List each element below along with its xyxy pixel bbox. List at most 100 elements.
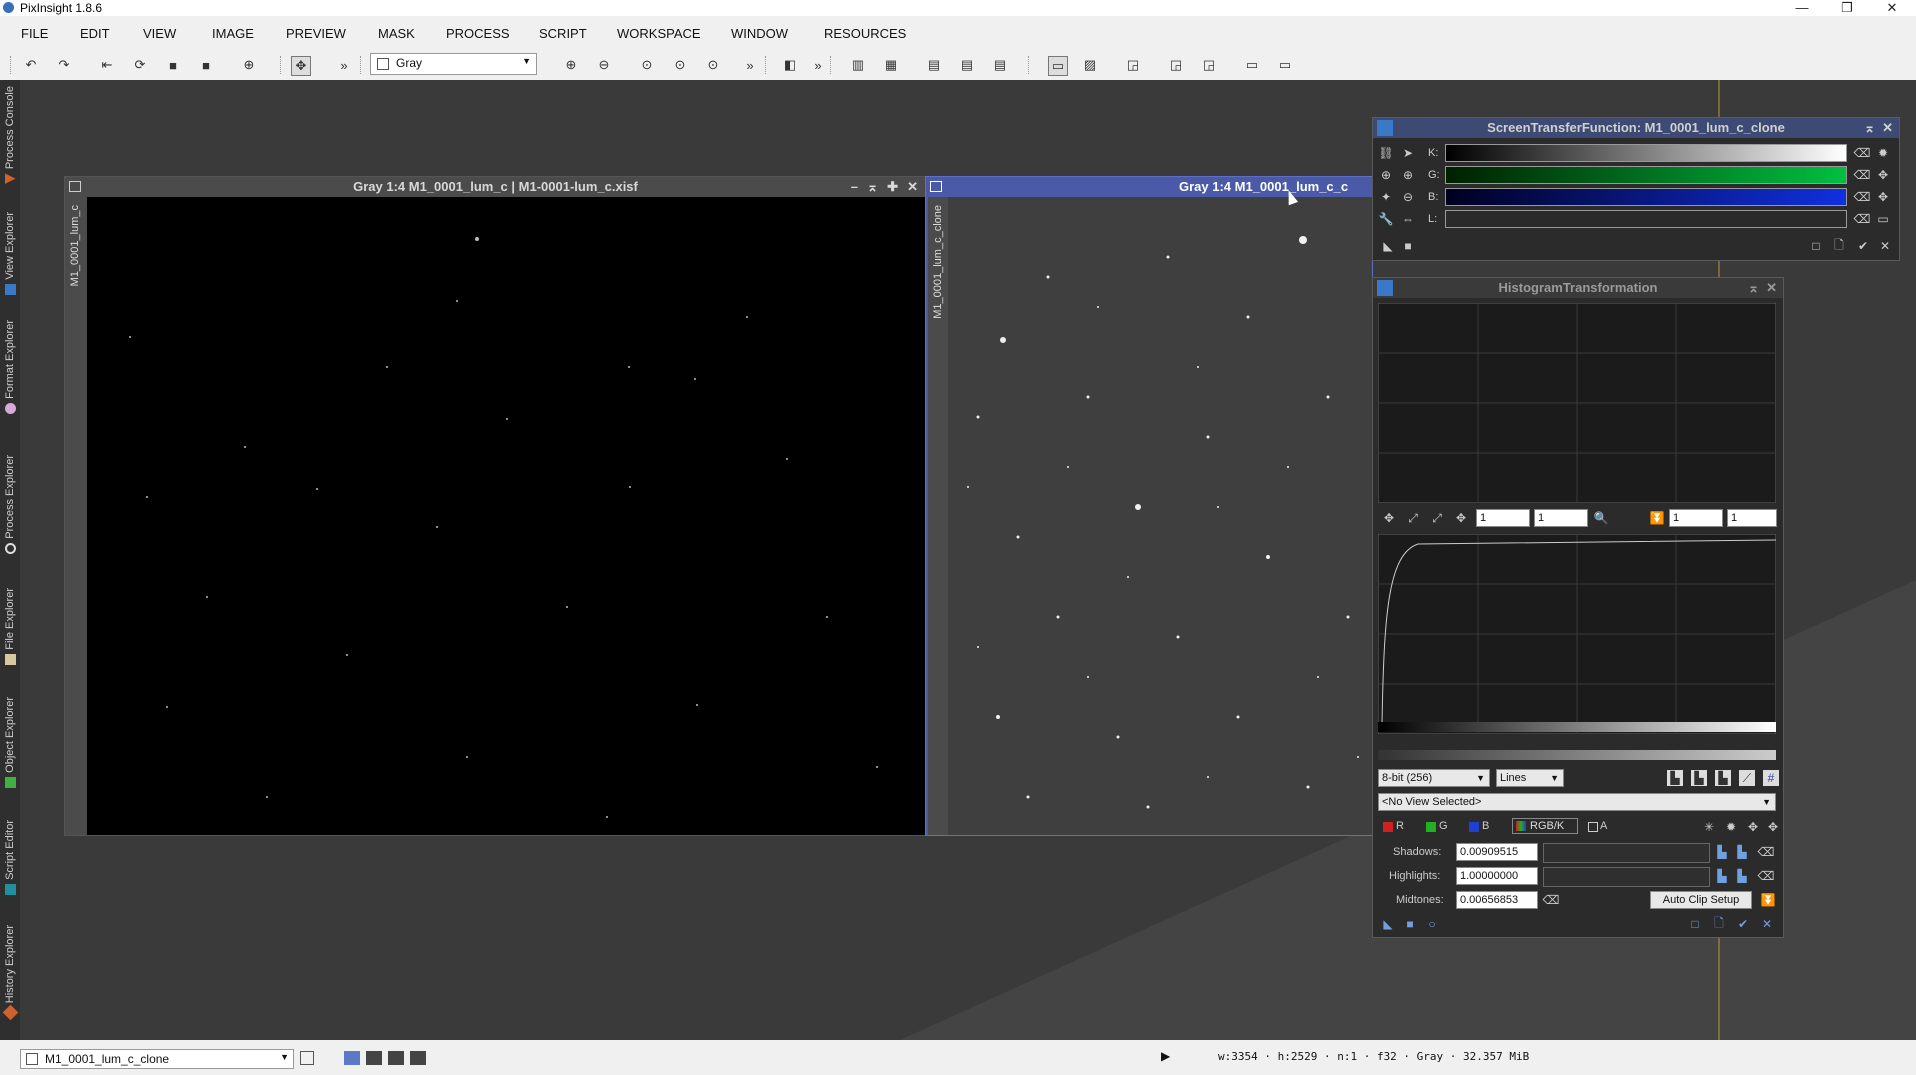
stf-g-slider[interactable] [1445,166,1847,184]
sidebar-toggle-icon[interactable] [300,1051,314,1065]
output-histogram-graph[interactable] [1378,534,1776,734]
fit-icon[interactable]: ⤢ [1405,510,1421,526]
stf-display-icon[interactable]: ▭ [1048,56,1068,76]
zoom-icon[interactable]: 🔍 [1593,510,1609,526]
channel-r-button[interactable]: R [1396,820,1404,832]
image-window-titlebar[interactable]: Gray 1:4 M1_0001_lum_c | M1-0001-lum_c.x… [65,177,926,197]
real-time-preview-icon[interactable]: ○ [1424,916,1440,932]
dock-tab-process-console[interactable]: Process Console [2,86,18,185]
dock-tab-history-explorer[interactable]: History Explorer [2,925,18,1021]
more-tools-icon[interactable]: » [335,56,353,74]
input-histogram-graph[interactable] [1378,303,1776,503]
reset-channel-icon[interactable]: ⌫ [1854,145,1871,161]
stf-reset-icon[interactable]: ◲ [1200,56,1218,74]
stf-link-icon[interactable]: ◲ [1124,56,1142,74]
expand-icon[interactable]: ⏬ [1760,892,1776,908]
fit-all-icon[interactable]: ⤢ [1429,510,1445,526]
stf-titlebar[interactable]: ScreenTransferFunction: M1_0001_lum_c_cl… [1373,118,1899,138]
filter-icon[interactable]: ⏬ [1649,510,1665,526]
curve-icon[interactable]: ⟋ [1739,770,1755,786]
zoom-in-2-icon[interactable]: ⊕ [1400,167,1416,183]
hist-mode-icon[interactable]: ▙ [1667,770,1683,786]
zoom-fit-icon[interactable]: ⊙ [671,56,689,74]
close-icon[interactable]: ✕ [1766,278,1777,298]
close-button[interactable]: ✕ [1870,0,1914,16]
menu-preview[interactable]: PREVIEW [286,26,346,41]
zoom-in-icon[interactable]: ⊕ [1378,167,1394,183]
image-window-titlebar[interactable]: Gray 1:4 M1_0001_lum_c_c [926,177,1372,197]
view-selector[interactable]: M1_0001_lum_c_clone ▼ [20,1049,294,1069]
link-channels-icon[interactable]: ⛓ [1378,145,1394,161]
output-h-zoom-stepper[interactable]: 1 [1669,509,1723,527]
grid-icon[interactable]: # [1763,770,1779,786]
stf-panel[interactable]: ScreenTransferFunction: M1_0001_lum_c_cl… [1372,117,1900,261]
shade-icon[interactable]: ⌅ [1748,278,1759,298]
h-zoom-stepper[interactable]: 1 [1476,509,1530,527]
pan-mode-icon[interactable]: ✥ [291,56,311,76]
menu-file[interactable]: FILE [21,26,48,41]
channel-a-button[interactable]: A [1600,820,1607,832]
highlights-slider[interactable] [1543,867,1710,887]
monitor-icon[interactable]: ▭ [1875,211,1891,227]
play-icon[interactable]: ▶ [1161,1049,1170,1063]
shade-icon[interactable]: ⌅ [1864,118,1875,138]
clip-icon[interactable]: ✥ [1745,819,1761,835]
zoom-in-icon[interactable]: ⊕ [562,56,580,74]
image-canvas-dark[interactable] [87,197,926,835]
pan-icon[interactable]: ✥ [1381,510,1397,526]
output-v-zoom-stepper[interactable]: 1 [1727,509,1777,527]
apply-global-icon[interactable]: ■ [1400,238,1416,254]
move-icon[interactable]: ✥ [1453,510,1469,526]
apply-icon[interactable]: ✔ [1855,238,1871,254]
preview-manager-icon[interactable]: ▤ [958,56,976,74]
menu-window[interactable]: WINDOW [731,26,788,41]
channel-b-button[interactable]: B [1482,820,1489,832]
stf-auto-icon[interactable]: ◲ [1167,56,1185,74]
window-menu-icon[interactable] [930,181,942,192]
settings-icon[interactable]: ✥ [1875,189,1891,205]
maximize-button[interactable]: ❐ [1825,0,1869,16]
mode-2-icon[interactable] [366,1051,382,1065]
gear-icon[interactable]: ✹ [1723,819,1739,835]
close-icon[interactable]: ✕ [907,177,918,197]
readout-icon[interactable]: ▥ [849,56,867,74]
more-mask-icon[interactable]: » [809,56,827,74]
window-menu-icon[interactable] [69,181,81,192]
track-view-icon[interactable]: ✦ [1378,189,1394,205]
arrows-icon[interactable]: ⇔ [1400,211,1416,227]
stf-disable-icon[interactable]: ▨ [1081,56,1099,74]
auto-clip-setup-button[interactable]: Auto Clip Setup [1650,891,1752,909]
stf-b-slider[interactable] [1445,188,1847,206]
dock-tab-process-explorer[interactable]: Process Explorer [2,455,18,554]
new-view-icon[interactable]: ⊕ [240,56,258,74]
stf-k-slider[interactable] [1445,144,1847,162]
wrench-icon[interactable]: 🔧 [1378,211,1394,227]
zoom-1-1-icon[interactable]: ⊙ [638,56,656,74]
undo-all-icon[interactable]: ⇤ [98,56,116,74]
reset-all-icon[interactable]: ✥ [1765,819,1781,835]
menu-resources[interactable]: RESOURCES [824,26,906,41]
menu-view[interactable]: VIEW [143,26,176,41]
ht-panel[interactable]: HistogramTransformation ⌅ ✕ ✥ ⤢ ⤢ ✥ 1 1 … [1372,277,1784,938]
apply-global-icon[interactable]: ■ [1402,916,1418,932]
shade-icon[interactable]: ⌅ [867,177,878,197]
close-icon[interactable]: ✕ [1882,118,1893,138]
image-canvas-stretched[interactable] [948,197,1372,835]
display-channel-select[interactable]: Gray ▼ [370,53,537,75]
dock-tab-file-explorer[interactable]: File Explorer [2,588,18,665]
channel-rgbk-button[interactable]: RGB/K [1512,818,1578,834]
stf-l-slider[interactable] [1445,210,1847,228]
maximize-icon[interactable]: ✚ [887,177,898,197]
settings-icon[interactable]: ✥ [1875,167,1891,183]
auto-highlights-icon[interactable]: ▙ [1714,868,1730,884]
view-select[interactable]: <No View Selected> ▼ [1378,793,1776,811]
channel-g-button[interactable]: G [1439,820,1448,832]
mode-3-icon[interactable] [388,1051,404,1065]
dock-tab-script-editor[interactable]: Script Editor [2,820,18,895]
menu-mask[interactable]: MASK [378,26,415,41]
preview-icon[interactable]: □ [1808,238,1824,254]
ht-titlebar[interactable]: HistogramTransformation ⌅ ✕ [1373,278,1783,298]
preview-icon[interactable]: ▦ [882,56,900,74]
preview-icon[interactable]: □ [1687,916,1703,932]
screen-icon[interactable]: ▭ [1243,56,1261,74]
